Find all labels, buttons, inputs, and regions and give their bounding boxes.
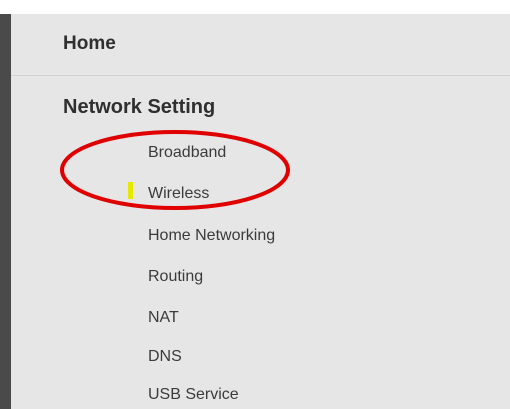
submenu-item-broadband[interactable]: Broadband [148, 144, 226, 162]
sidebar-menu: Home Network Setting Broadband Wireless … [11, 14, 510, 409]
menu-home[interactable]: Home [11, 14, 510, 76]
menu-home-label: Home [63, 33, 116, 54]
left-edge-bar [0, 14, 11, 409]
submenu-item-dns[interactable]: DNS [148, 348, 182, 366]
submenu-item-wireless[interactable]: Wireless [148, 185, 209, 203]
active-item-marker [128, 182, 133, 199]
section-title-network-setting[interactable]: Network Setting [63, 96, 215, 119]
screenshot-frame: Home Network Setting Broadband Wireless … [0, 0, 510, 409]
submenu-item-nat[interactable]: NAT [148, 309, 179, 327]
submenu-item-usb-service[interactable]: USB Service [148, 386, 239, 404]
submenu-item-home-networking[interactable]: Home Networking [148, 227, 275, 245]
submenu-item-routing[interactable]: Routing [148, 268, 203, 286]
